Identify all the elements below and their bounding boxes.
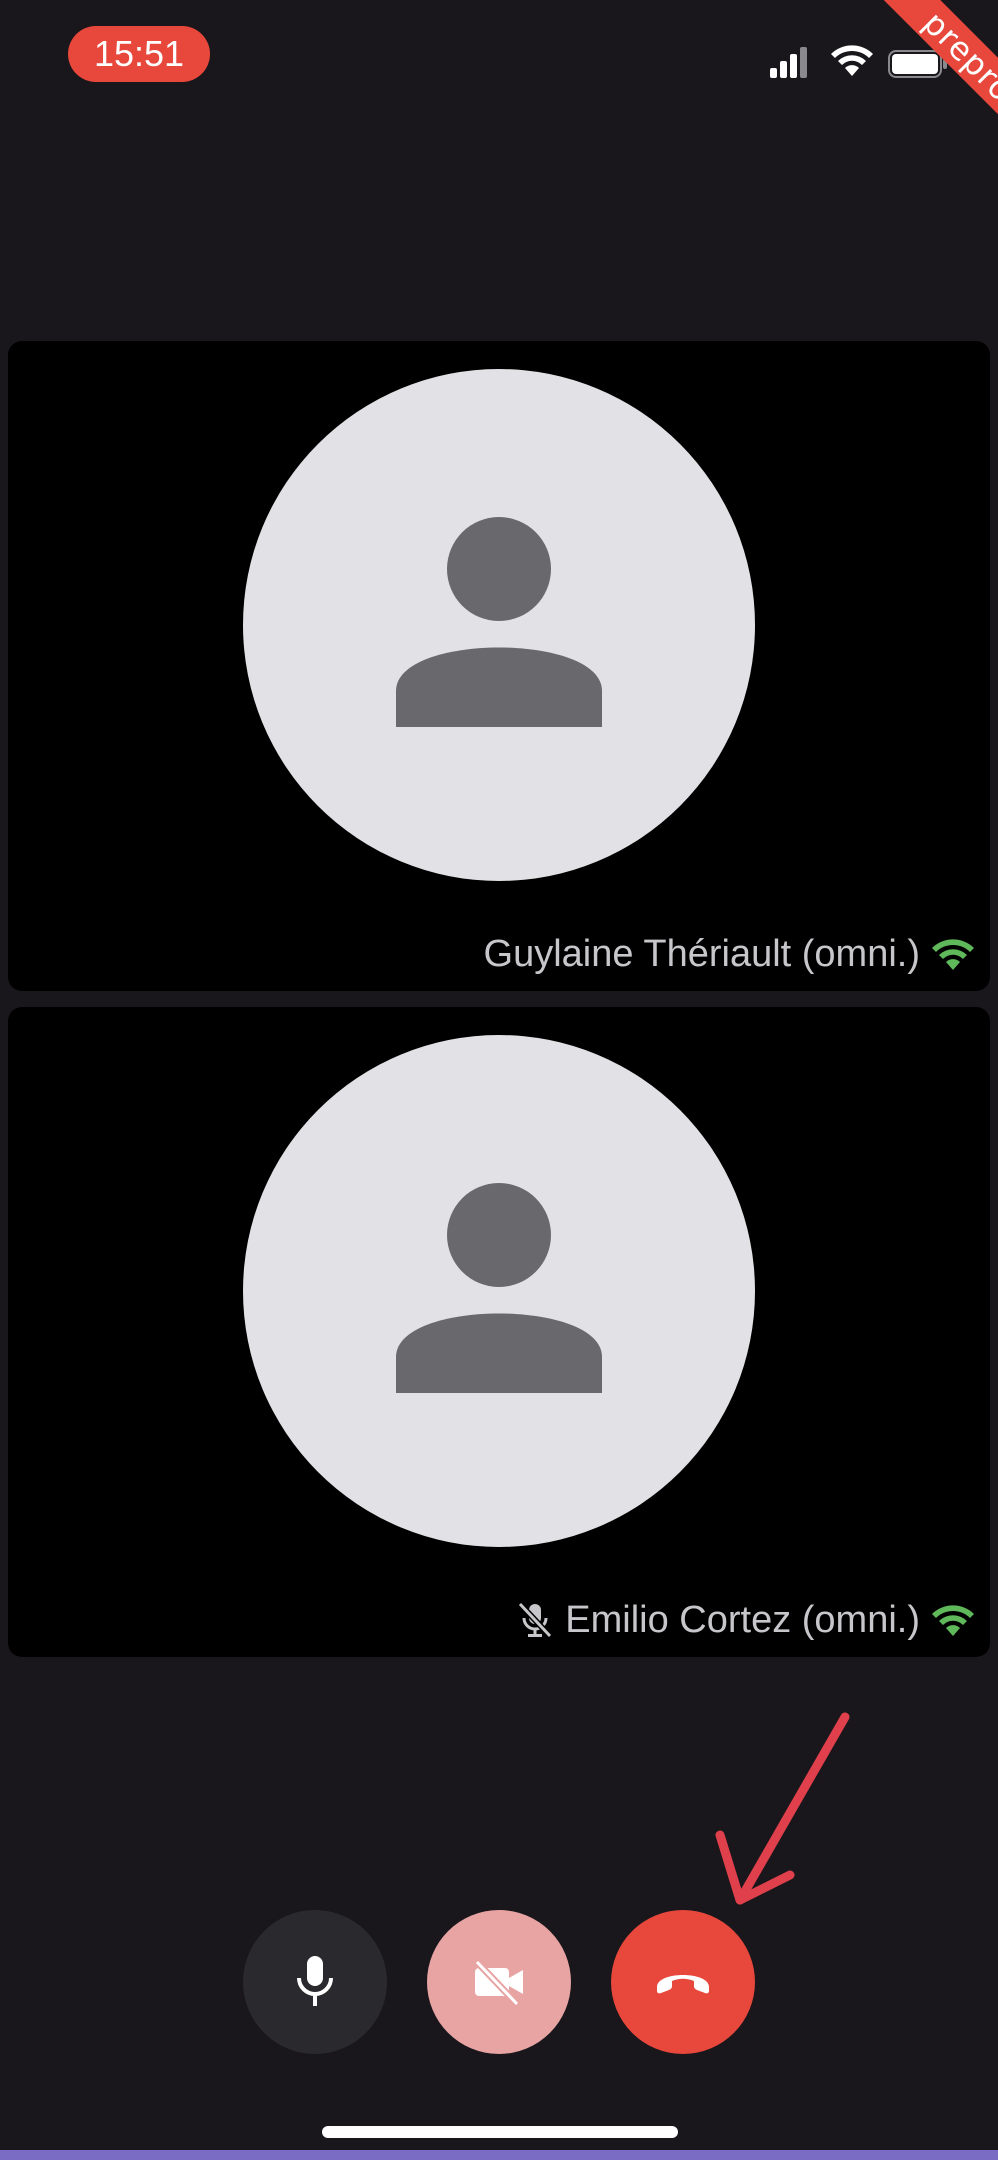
camera-toggle-button[interactable] [427,1910,571,2054]
status-bar: 15:51 preprod [0,0,998,163]
annotation-arrow [715,1712,850,1905]
participant-name: Emilio Cortez (omni.) [565,1598,920,1641]
tile-footer: Emilio Cortez (omni.) [515,1595,976,1645]
person-placeholder-icon [396,517,602,727]
mic-muted-icon [518,1601,553,1639]
tile-footer: Guylaine Thériault (omni.) [484,929,976,979]
home-indicator[interactable] [322,2126,678,2138]
participant-name: Guylaine Thériault (omni.) [483,932,920,975]
network-quality-icon [932,1605,974,1636]
network-quality-icon [932,939,974,970]
avatar [243,1035,755,1547]
env-ribbon-wrapper: preprod [828,0,998,170]
participant-tile[interactable]: Emilio Cortez (omni.) [8,1007,990,1657]
avatar [243,369,755,881]
hang-up-button[interactable] [611,1910,755,2054]
camera-off-icon [474,1959,523,2006]
microphone-button[interactable] [243,1910,387,2054]
person-placeholder-icon [396,1183,602,1393]
bottom-edge-strip [0,2150,998,2160]
microphone-icon [297,1956,333,2006]
participant-tile[interactable]: Guylaine Thériault (omni.) [8,341,990,991]
env-ribbon: preprod [877,0,998,163]
call-controls [0,1910,998,2054]
status-time: 15:51 [68,26,210,82]
phone-hangup-icon [657,1975,709,1994]
cellular-signal-icon [770,47,807,78]
